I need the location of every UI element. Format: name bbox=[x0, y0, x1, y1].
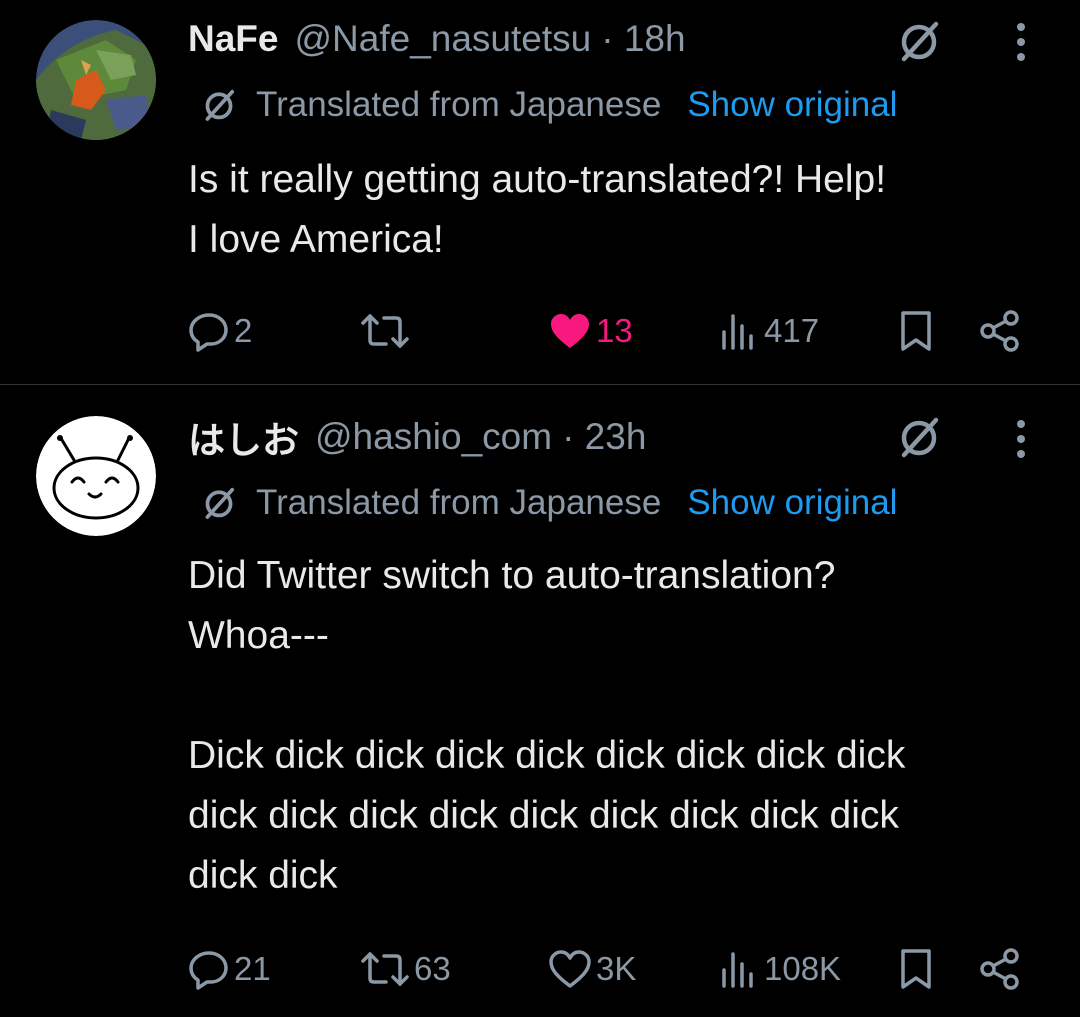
retweet-icon bbox=[361, 952, 409, 986]
translate-slash-icon bbox=[205, 487, 235, 519]
views-button[interactable]: 108K bbox=[718, 944, 841, 994]
views-count: 108K bbox=[764, 950, 842, 987]
like-count: 13 bbox=[596, 312, 633, 349]
user-handle[interactable]: @Nafe_nasutetsu bbox=[294, 18, 591, 60]
share-icon bbox=[980, 948, 1019, 990]
retweet-count: 63 bbox=[414, 950, 451, 987]
tweet-actions: 21 63 3K 108K bbox=[0, 944, 1080, 994]
user-handle[interactable]: @hashio_com bbox=[315, 416, 552, 458]
share-button[interactable] bbox=[978, 306, 1022, 356]
like-count: 3K bbox=[596, 950, 637, 987]
views-count: 417 bbox=[764, 312, 820, 349]
bookmark-icon bbox=[901, 311, 931, 351]
reply-count: 2 bbox=[234, 312, 253, 349]
bookmark-button[interactable] bbox=[896, 944, 936, 994]
reply-button[interactable]: 2 bbox=[188, 306, 252, 356]
tweet-text: Is it really getting auto-translated?! H… bbox=[188, 158, 887, 261]
reply-icon bbox=[189, 313, 228, 352]
translate-slash-icon[interactable] bbox=[896, 414, 942, 460]
bookmark-icon bbox=[901, 949, 931, 989]
heart-icon bbox=[551, 314, 589, 348]
translation-notice: Translated from Japanese Show original bbox=[200, 480, 897, 526]
views-button[interactable]: 417 bbox=[718, 306, 819, 356]
show-original-link[interactable]: Show original bbox=[687, 483, 897, 523]
translated-label: Translated from Japanese bbox=[256, 483, 662, 522]
avatar-image bbox=[36, 416, 156, 536]
tweet-header: はしお @hashio_com · 23h bbox=[188, 412, 646, 462]
retweet-button[interactable]: 63 bbox=[360, 944, 451, 994]
retweet-button[interactable] bbox=[360, 306, 414, 356]
translate-slash-icon[interactable] bbox=[896, 18, 942, 64]
avatar[interactable] bbox=[36, 20, 156, 140]
translated-label: Translated from Japanese bbox=[256, 85, 662, 124]
reply-button[interactable]: 21 bbox=[188, 944, 271, 994]
tweet[interactable]: NaFe @Nafe_nasutetsu · 18h Translated fr… bbox=[0, 0, 1080, 385]
display-name[interactable]: はしお bbox=[188, 410, 299, 464]
reply-count: 21 bbox=[234, 950, 271, 987]
timestamp[interactable]: · 23h bbox=[562, 416, 646, 458]
bookmark-button[interactable] bbox=[896, 306, 936, 356]
tweet[interactable]: はしお @hashio_com · 23h Translated from Ja… bbox=[0, 386, 1080, 1017]
avatar[interactable] bbox=[36, 416, 156, 536]
tweet-actions: 2 13 417 bbox=[0, 306, 1080, 356]
like-button[interactable]: 3K bbox=[548, 944, 636, 994]
heart-icon bbox=[549, 950, 591, 988]
show-original-link[interactable]: Show original bbox=[687, 85, 897, 125]
retweet-icon bbox=[361, 314, 409, 348]
tweet-text: Did Twitter switch to auto-translation? … bbox=[188, 554, 906, 897]
like-button[interactable]: 13 bbox=[548, 306, 633, 356]
avatar-image bbox=[36, 20, 156, 140]
share-icon bbox=[980, 310, 1019, 352]
share-button[interactable] bbox=[978, 944, 1022, 994]
translation-notice: Translated from Japanese Show original bbox=[200, 82, 897, 128]
more-options-icon[interactable] bbox=[1014, 21, 1028, 63]
timestamp[interactable]: · 18h bbox=[601, 18, 685, 60]
translate-slash-icon bbox=[205, 89, 235, 121]
views-icon bbox=[722, 314, 753, 350]
display-name[interactable]: NaFe bbox=[188, 18, 278, 60]
tweet-header: NaFe @Nafe_nasutetsu · 18h bbox=[188, 14, 686, 64]
reply-icon bbox=[189, 951, 228, 990]
views-icon bbox=[722, 952, 753, 988]
more-options-icon[interactable] bbox=[1014, 418, 1028, 460]
